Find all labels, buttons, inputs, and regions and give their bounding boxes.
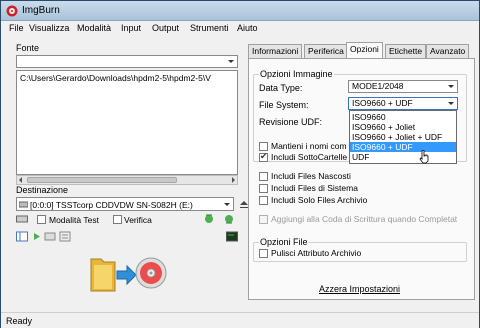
drive-info-icon[interactable]	[16, 214, 28, 225]
menu-file[interactable]: File	[9, 23, 24, 33]
queue-icon[interactable]	[59, 231, 71, 242]
file-system-value: ISO9660 + UDF	[352, 98, 413, 108]
open-tray-icon[interactable]	[203, 213, 215, 224]
source-label: Fonte	[16, 43, 40, 53]
keep-names-label: Mantieni i nomi com	[271, 141, 347, 151]
window-title: ImgBurn	[22, 5, 60, 16]
file-system-dropdown-list: ISO9660 ISO9660 + Joliet ISO9660 + Jolie…	[349, 110, 457, 164]
include-subfolders-checkbox[interactable]	[259, 151, 268, 162]
verify-checkbox[interactable]	[113, 215, 122, 224]
build-mode-illustration[interactable]	[89, 251, 169, 297]
file-system-select[interactable]: ISO9660 + UDF	[348, 97, 458, 110]
file-options-title: Opzioni File	[259, 237, 309, 247]
chevron-down-icon	[224, 203, 230, 206]
chevron-down-icon	[228, 60, 234, 63]
archive-only-label: Includi Solo Files Archivio	[271, 195, 368, 205]
file-system-option[interactable]: UDF	[350, 152, 456, 162]
destination-drive-select[interactable]: [0:0:0] TSSTcorp CDDVDW SN-S082H (E:)	[16, 197, 234, 211]
close-tray-icon[interactable]	[223, 213, 235, 224]
log-window-icon[interactable]	[226, 231, 238, 242]
system-files-label: Includi Files di Sistema	[271, 183, 358, 193]
tab-opzioni[interactable]: Opzioni	[346, 42, 383, 59]
mouse-cursor-icon	[419, 150, 429, 164]
destination-label: Destinazione	[16, 185, 69, 195]
chevron-down-icon	[448, 102, 454, 105]
tab-avanzato[interactable]: Avanzato	[426, 44, 470, 58]
arrow-right-icon	[116, 264, 137, 286]
layout-icon[interactable]	[16, 231, 28, 242]
image-options-title: Opzioni Immagine	[259, 69, 334, 79]
menu-visualizza[interactable]: Visualizza	[29, 23, 69, 33]
options-tabs: Informazioni Periferica Opzioni Etichett…	[247, 42, 479, 59]
disc-icon	[135, 257, 167, 289]
menu-output[interactable]: Output	[152, 23, 179, 33]
scroll-right-icon[interactable]	[230, 177, 236, 183]
hidden-files-checkbox[interactable]	[259, 172, 268, 181]
imgburn-window: ImgBurn File Visualizza Modalità Input O…	[0, 0, 480, 328]
menu-modalita[interactable]: Modalità	[77, 23, 111, 33]
file-system-option-highlighted[interactable]: ISO9660 + UDF	[350, 142, 456, 152]
drive-icon	[19, 201, 28, 208]
menu-input[interactable]: Input	[121, 23, 141, 33]
tab-etichette[interactable]: Etichette	[385, 44, 427, 58]
hidden-files-label: Includi Files Nascosti	[271, 171, 351, 181]
settings-panel-icon[interactable]	[44, 231, 56, 242]
clear-archive-checkbox[interactable]	[259, 249, 268, 258]
source-combo[interactable]	[16, 55, 238, 68]
scrollbar-thumb[interactable]	[27, 177, 177, 183]
udf-revision-label: Revisione UDF:	[259, 117, 323, 127]
file-system-option[interactable]: ISO9660 + Joliet	[350, 122, 456, 132]
source-horizontal-scrollbar[interactable]	[16, 175, 238, 185]
reset-settings-link[interactable]: Azzera Impostazioni	[319, 284, 400, 294]
source-list[interactable]: C:\Users\Gerardo\Downloads\hpdm2-5\hpdm2…	[16, 70, 238, 175]
folder-icon	[90, 258, 116, 292]
destination-drive-value: [0:0:0] TSSTcorp CDDVDW SN-S082H (E:)	[30, 200, 193, 210]
file-system-label: File System:	[259, 100, 309, 110]
keep-names-checkbox[interactable]	[259, 142, 268, 151]
include-subfolders-label: Includi SottoCartelle	[271, 152, 348, 162]
status-bar: Ready	[1, 312, 479, 328]
system-files-checkbox[interactable]	[259, 184, 268, 193]
status-text: Ready	[6, 316, 33, 326]
verify-label: Verifica	[124, 215, 152, 225]
add-to-queue-checkbox[interactable]	[259, 215, 268, 224]
menu-aiuto[interactable]: Aiuto	[237, 23, 258, 33]
title-bar[interactable]: ImgBurn	[1, 1, 479, 21]
menu-bar: File Visualizza Modalità Input Output St…	[1, 21, 479, 36]
chevron-down-icon	[448, 85, 454, 88]
tab-periferica[interactable]: Periferica	[304, 44, 348, 58]
source-path: C:\Users\Gerardo\Downloads\hpdm2-5\hpdm2…	[20, 73, 211, 83]
add-to-queue-label: Aggiungi alla Coda di Scrittura quando C…	[271, 214, 458, 224]
tab-informazioni[interactable]: Informazioni	[248, 44, 303, 58]
imgburn-app-icon	[6, 5, 18, 17]
clear-archive-label: Pulisci Attributo Archivio	[271, 248, 362, 258]
scroll-left-icon[interactable]	[18, 177, 24, 183]
test-mode-label: Modalità Test	[49, 215, 99, 225]
archive-only-checkbox[interactable]	[259, 196, 268, 205]
data-type-label: Data Type:	[259, 83, 303, 93]
data-type-select[interactable]: MODE1/2048	[348, 80, 458, 93]
test-mode-checkbox[interactable]	[37, 215, 46, 224]
play-icon[interactable]	[31, 231, 43, 242]
file-system-option[interactable]: ISO9660 + Joliet + UDF	[350, 132, 456, 142]
file-system-option[interactable]: ISO9660	[350, 112, 456, 122]
menu-strumenti[interactable]: Strumenti	[190, 23, 229, 33]
data-type-value: MODE1/2048	[352, 81, 404, 91]
